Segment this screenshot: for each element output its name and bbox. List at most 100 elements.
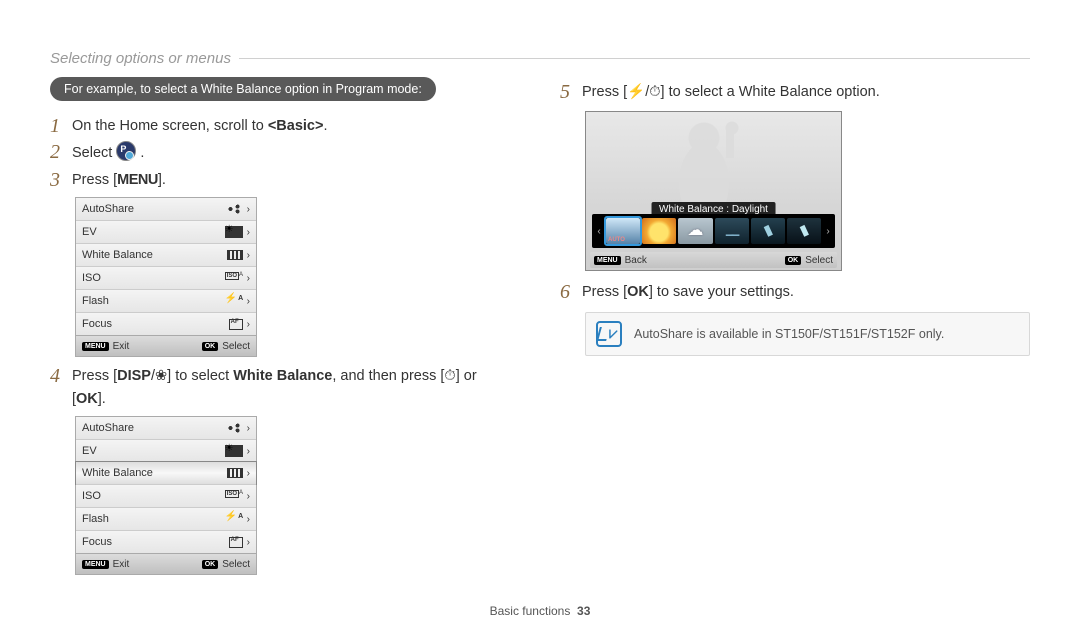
menu-row-iso: ISO›: [76, 484, 256, 507]
macro-icon: [155, 368, 167, 384]
text: ] to select a White Balance option.: [661, 84, 880, 100]
wb-footer: MENU Back OKSelect: [590, 252, 837, 268]
menu-row-ev: EV›: [76, 220, 256, 243]
flash-icon: [225, 513, 243, 525]
step-3: 3 Press [MENU].: [50, 169, 520, 191]
right-column: 5 Press [/] to select a White Balance op…: [560, 77, 1030, 583]
text: Select: [72, 145, 116, 161]
focus-icon: [229, 537, 243, 548]
autoshare-icon: [225, 203, 243, 215]
exit-label: Exit: [113, 341, 130, 352]
text: ].: [98, 391, 106, 407]
wb-swatch-tungsten: [787, 218, 821, 244]
wb-nav-right-icon: ›: [823, 226, 833, 237]
text: On the Home screen, scroll to: [72, 118, 268, 134]
step-number: 6: [560, 281, 582, 303]
flash-nav-icon: [627, 84, 645, 100]
disp-button-label: DISP: [117, 368, 151, 384]
select-label: Select: [805, 255, 833, 266]
step-number: 3: [50, 169, 72, 191]
menu-row-autoshare: AutoShare›: [76, 417, 256, 439]
left-column: For example, to select a White Balance o…: [50, 77, 520, 583]
wb-label: White Balance: [233, 368, 332, 384]
text: Press [: [582, 284, 627, 300]
timer-icon: [444, 368, 455, 384]
ok-tag: OK: [202, 342, 219, 351]
wb-swatch-cloudy: [678, 218, 712, 244]
silhouette-graphic: [674, 118, 754, 208]
step-4: 4 Press [DISP/] to select White Balance,…: [50, 365, 520, 410]
wb-swatch-fluorescent-h: [715, 218, 749, 244]
wb-nav-left-icon: ‹: [594, 226, 604, 237]
step-number: 2: [50, 141, 72, 163]
ok-button-label: OK: [76, 391, 98, 407]
menu-button-label: MENU: [117, 172, 158, 188]
menu-row-flash: Flash›: [76, 507, 256, 530]
page-footer: Basic functions 33: [0, 604, 1080, 618]
ev-icon: [225, 445, 243, 457]
text: , and then press [: [332, 368, 444, 384]
exit-label: Exit: [113, 559, 130, 570]
basic-label: <Basic>: [268, 118, 324, 134]
text: ] to save your settings.: [649, 284, 794, 300]
example-pill: For example, to select a White Balance o…: [50, 77, 436, 101]
header-title: Selecting options or menus: [50, 50, 231, 67]
text: Press [: [72, 172, 117, 188]
camera-menu-screenshot-2: AutoShare› EV› White Balance› ISO› Flash…: [75, 416, 257, 575]
step-number: 1: [50, 115, 72, 137]
autoshare-icon: [225, 422, 243, 434]
timer-nav-icon: [649, 84, 660, 100]
menu-row-wb-selected: White Balance›: [75, 461, 257, 485]
iso-icon: [225, 272, 243, 284]
iso-icon: [225, 490, 243, 502]
page-header: Selecting options or menus: [50, 50, 1030, 67]
wb-swatch-auto: [606, 218, 640, 244]
mode-p-icon: [116, 141, 136, 161]
menu-tag: MENU: [594, 256, 621, 265]
menu-tag: MENU: [82, 342, 109, 351]
menu-tag: MENU: [82, 560, 109, 569]
ok-button-label: OK: [627, 284, 649, 300]
wb-preview-screenshot: White Balance : Daylight ‹ › MENUBack OK…: [585, 111, 842, 271]
step-6: 6 Press [OK] to save your settings.: [560, 281, 1030, 303]
camera-menu-screenshot-1: AutoShare› EV› White Balance› ISO› Flash…: [75, 197, 257, 357]
ok-tag: OK: [202, 560, 219, 569]
menu-row-iso: ISO›: [76, 266, 256, 289]
step-1: 1 On the Home screen, scroll to <Basic>.: [50, 115, 520, 137]
step-number: 4: [50, 365, 72, 387]
text: .: [140, 145, 144, 161]
back-label: Back: [625, 255, 647, 266]
step-number: 5: [560, 81, 582, 103]
page-number: 33: [577, 604, 590, 618]
note-icon: [596, 321, 622, 347]
menu-row-wb: White Balance›: [76, 243, 256, 266]
wb-icon: [227, 250, 243, 260]
flash-icon: [225, 295, 243, 307]
text: ].: [158, 172, 166, 188]
footer-section: Basic functions: [490, 604, 571, 618]
text: Press [: [582, 84, 627, 100]
menu-row-focus: Focus›: [76, 312, 256, 335]
text: Press [: [72, 368, 117, 384]
menu-footer: MENU Exit OKSelect: [76, 335, 256, 356]
header-rule: [239, 58, 1030, 59]
wb-swatch-fluorescent-l: [751, 218, 785, 244]
step-5: 5 Press [/] to select a White Balance op…: [560, 81, 1030, 103]
focus-icon: [229, 319, 243, 330]
menu-row-autoshare: AutoShare›: [76, 198, 256, 220]
menu-footer: MENU Exit OKSelect: [76, 553, 256, 574]
select-label: Select: [222, 559, 250, 570]
step-2: 2 Select .: [50, 141, 520, 164]
menu-row-ev: EV›: [76, 439, 256, 462]
select-label: Select: [222, 341, 250, 352]
text: ] or: [456, 368, 477, 384]
text: ] to select: [167, 368, 233, 384]
ok-tag: OK: [785, 256, 802, 265]
wb-icon: [227, 468, 243, 478]
ev-icon: [225, 226, 243, 238]
menu-row-focus: Focus›: [76, 530, 256, 553]
note-text: AutoShare is available in ST150F/ST151F/…: [634, 327, 944, 341]
text: .: [323, 118, 327, 134]
note-box: AutoShare is available in ST150F/ST151F/…: [585, 312, 1030, 356]
wb-swatch-daylight: [642, 218, 676, 244]
